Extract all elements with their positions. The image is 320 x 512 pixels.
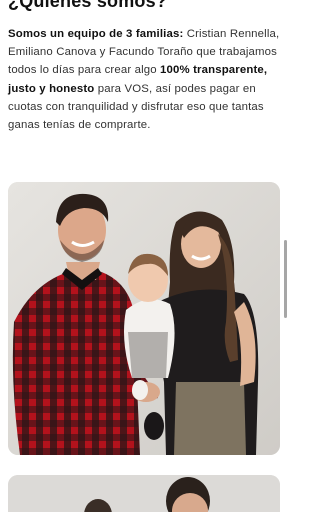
page-scrollbar[interactable] [284, 240, 287, 318]
section-heading: ¿Quiénes somos? [8, 0, 168, 11]
family-photo [8, 182, 280, 455]
page: ¿Quiénes somos? Somos un equipo de 3 fam… [0, 0, 288, 512]
team-photo [8, 475, 280, 512]
about-paragraph: Somos un equipo de 3 familias: Cristian … [8, 25, 282, 134]
about-bold-intro: Somos un equipo de 3 familias: [8, 28, 184, 40]
family-photo-illustration [8, 182, 280, 455]
team-photo-illustration [8, 475, 280, 512]
